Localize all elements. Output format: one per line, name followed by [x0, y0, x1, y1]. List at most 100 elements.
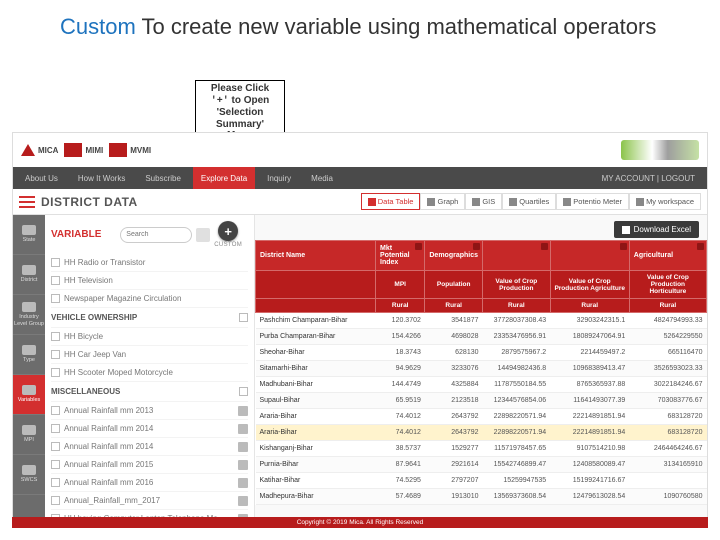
data-table-wrap: District NameMkt Potential IndexDemograp…	[255, 240, 707, 517]
checkbox[interactable]	[51, 442, 60, 451]
cell: 23353476956.91	[483, 329, 551, 345]
checkbox[interactable]	[51, 496, 60, 505]
row-icon	[238, 442, 248, 452]
account-link[interactable]: MY ACCOUNT | LOGOUT	[594, 174, 703, 183]
table-row[interactable]: Araria-Bihar74.4012264379222898220571.94…	[256, 409, 707, 425]
variable-panel: VARIABLE + CUSTOM HH Radio or Transistor…	[45, 215, 255, 517]
column-header[interactable]	[483, 241, 551, 271]
column-header[interactable]: Mkt Potential Index	[376, 241, 425, 271]
nav-item[interactable]: About Us	[17, 174, 66, 183]
variable-row: HH Car Jeep Van	[51, 346, 248, 364]
sub-column-header: Population	[425, 271, 483, 299]
rail-icon	[22, 345, 36, 355]
cell: Madhubani-Bihar	[256, 377, 376, 393]
table-row[interactable]: Sitamarhi-Bihar94.9629323307614494982436…	[256, 361, 707, 377]
rail-item[interactable]: Type	[13, 335, 45, 375]
table-row[interactable]: Purba Champaran-Bihar154.426646980282335…	[256, 329, 707, 345]
rail-label: MPI	[24, 437, 34, 443]
column-header[interactable]	[550, 241, 629, 271]
view-tab[interactable]: My workspace	[629, 193, 701, 210]
table-row[interactable]: Madhepura-Bihar57.4689191301013569373608…	[256, 489, 707, 505]
variable-row: HH having Computer Laptop Telephone Mobi…	[51, 510, 248, 517]
cell: Kishanganj-Bihar	[256, 441, 376, 457]
table-row[interactable]: Pashchim Champaran-Bihar120.370235418773…	[256, 313, 707, 329]
filter-icon[interactable]	[196, 228, 210, 242]
rail-item[interactable]: MPI	[13, 415, 45, 455]
checkbox[interactable]	[51, 478, 60, 487]
checkbox[interactable]	[51, 406, 60, 415]
trash-icon[interactable]	[415, 243, 422, 250]
search-input[interactable]	[120, 227, 192, 243]
checkbox[interactable]	[51, 258, 60, 267]
table-row[interactable]: Sheohar-Bihar18.37436281302879575967.222…	[256, 345, 707, 361]
view-tab-label: GIS	[482, 197, 495, 206]
rail-item[interactable]: Variables	[13, 375, 45, 415]
rail-item[interactable]: Industry Level Group	[13, 295, 45, 335]
nav-item[interactable]: How It Works	[70, 174, 133, 183]
variable-group-header[interactable]: VEHICLE OWNERSHIP	[51, 308, 248, 328]
column-header[interactable]: Agricultural	[629, 241, 706, 271]
trash-icon[interactable]	[620, 243, 627, 250]
table-row[interactable]: Kishanganj-Bihar38.573715292771157197845…	[256, 441, 707, 457]
download-excel-button[interactable]: Download Excel	[614, 221, 699, 238]
checkbox[interactable]	[51, 294, 60, 303]
cell: 2643792	[425, 409, 483, 425]
top-nav: About Us How It Works Subscribe Explore Dat…	[13, 167, 707, 189]
cell: 154.4266	[376, 329, 425, 345]
cell: 11787550184.55	[483, 377, 551, 393]
checkbox[interactable]	[51, 460, 60, 469]
checkbox[interactable]	[51, 350, 60, 359]
view-tab[interactable]: Quartiles	[502, 193, 556, 210]
nav-item[interactable]: Subscribe	[137, 174, 189, 183]
checkbox[interactable]	[51, 424, 60, 433]
view-tab-label: Quartiles	[519, 197, 549, 206]
nav-item[interactable]: Media	[303, 174, 341, 183]
cell: 15259947535	[483, 473, 551, 489]
trash-icon[interactable]	[697, 243, 704, 250]
download-icon	[622, 226, 630, 234]
cell: 15542746899.47	[483, 457, 551, 473]
rail-item[interactable]: State	[13, 215, 45, 255]
table-row[interactable]: Katihar-Bihar74.529527972071525994753515…	[256, 473, 707, 489]
table-row[interactable]: Purnia-Bihar87.9641292161415542746899.47…	[256, 457, 707, 473]
view-tab[interactable]: Data Table	[361, 193, 421, 210]
variable-label: HH Radio or Transistor	[64, 258, 248, 267]
table-row[interactable]: Supaul-Bihar65.9519212351812344576854.06…	[256, 393, 707, 409]
menu-icon[interactable]	[19, 196, 35, 208]
cell: 74.4012	[376, 409, 425, 425]
rail-item[interactable]: District	[13, 255, 45, 295]
view-tab[interactable]: Potentio Meter	[556, 193, 629, 210]
title-rest: To create new variable using mathematica…	[136, 14, 657, 39]
rail-item[interactable]: SWCS	[13, 455, 45, 495]
nav-item[interactable]: Explore Data	[193, 167, 255, 189]
checkbox[interactable]	[51, 276, 60, 285]
nav-item[interactable]: Inquiry	[259, 174, 299, 183]
view-tab[interactable]: GIS	[465, 193, 502, 210]
checkbox[interactable]	[51, 368, 60, 377]
trash-icon[interactable]	[473, 243, 480, 250]
cell: 11641493077.39	[550, 393, 629, 409]
table-row[interactable]: Araria-Bihar74.4012264379222898220571.94…	[256, 425, 707, 441]
checkbox[interactable]	[239, 387, 248, 396]
cell: 2464464246.67	[629, 441, 706, 457]
cell: 11571978457.65	[483, 441, 551, 457]
checkbox[interactable]	[51, 332, 60, 341]
variable-row: Annual Rainfall mm 2016	[51, 474, 248, 492]
variable-label: Annual Rainfall mm 2014	[64, 442, 230, 451]
table-row[interactable]: Madhubani-Bihar144.474943258841178755018…	[256, 377, 707, 393]
checkbox[interactable]	[239, 313, 248, 322]
trash-icon[interactable]	[541, 243, 548, 250]
illustration-image	[621, 140, 699, 160]
column-header[interactable]: District Name	[256, 241, 376, 271]
sub-column-header: Value of Crop Production Horticulture	[629, 271, 706, 299]
cell: 22214891851.94	[550, 409, 629, 425]
cell: 5264229550	[629, 329, 706, 345]
column-header[interactable]: Demographics	[425, 241, 483, 271]
cell: 1529277	[425, 441, 483, 457]
add-custom-button[interactable]: +	[218, 221, 238, 241]
sub-column-header: Value of Crop Production	[483, 271, 551, 299]
view-tab[interactable]: Graph	[420, 193, 465, 210]
view-tabs: Data TableGraph GIS Quartiles Potentio Mete…	[361, 193, 701, 210]
variable-group-header[interactable]: MISCELLANEOUS	[51, 382, 248, 402]
variable-label: MISCELLANEOUS	[51, 387, 235, 396]
